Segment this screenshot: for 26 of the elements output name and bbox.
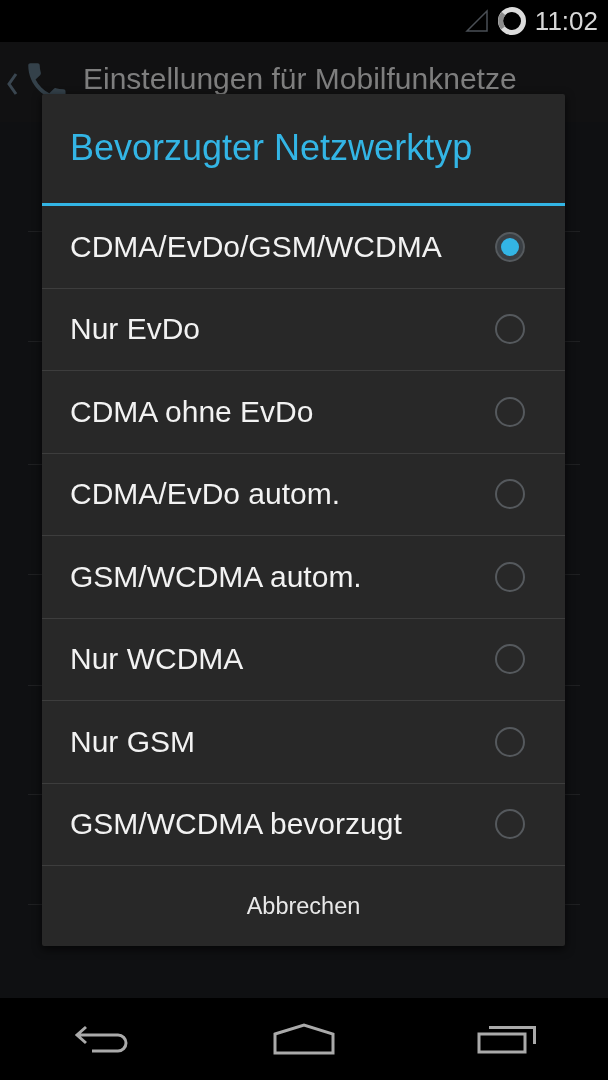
network-option[interactable]: CDMA/EvDo autom.	[42, 453, 565, 536]
ring-icon	[496, 6, 527, 36]
cancel-button[interactable]: Abbrechen	[42, 866, 565, 946]
network-option[interactable]: Nur GSM	[42, 701, 565, 784]
network-option[interactable]: CDMA ohne EvDo	[42, 371, 565, 454]
caret-icon[interactable]	[6, 72, 18, 96]
signal-icon	[464, 9, 489, 33]
network-option[interactable]: Nur EvDo	[42, 288, 565, 371]
back-icon[interactable]	[73, 1024, 130, 1054]
network-option[interactable]: Nur WCDMA	[42, 618, 565, 701]
radio-icon[interactable]	[494, 560, 526, 593]
radio-icon[interactable]	[494, 478, 526, 511]
network-option[interactable]: CDMA/EvDo/GSM/WCDMA	[42, 206, 565, 289]
network-option[interactable]: GSM/WCDMA autom.	[42, 536, 565, 619]
radio-icon[interactable]	[494, 395, 526, 428]
radio-icon[interactable]	[494, 643, 526, 676]
radio-icon[interactable]	[494, 313, 526, 346]
dialog-title: Bevorzugter Netzwerktyp	[69, 125, 474, 170]
recent-apps-icon[interactable]	[476, 1024, 537, 1054]
radio-icon[interactable]	[494, 230, 526, 263]
clock-time: 11:02	[534, 5, 598, 37]
network-option[interactable]: GSM/WCDMA bevorzugt	[42, 783, 565, 866]
radio-icon[interactable]	[494, 808, 526, 841]
screen-title: Einstellungen für Mobilfunknetze	[83, 63, 517, 93]
radio-icon[interactable]	[494, 725, 526, 758]
home-icon[interactable]	[273, 1023, 335, 1055]
